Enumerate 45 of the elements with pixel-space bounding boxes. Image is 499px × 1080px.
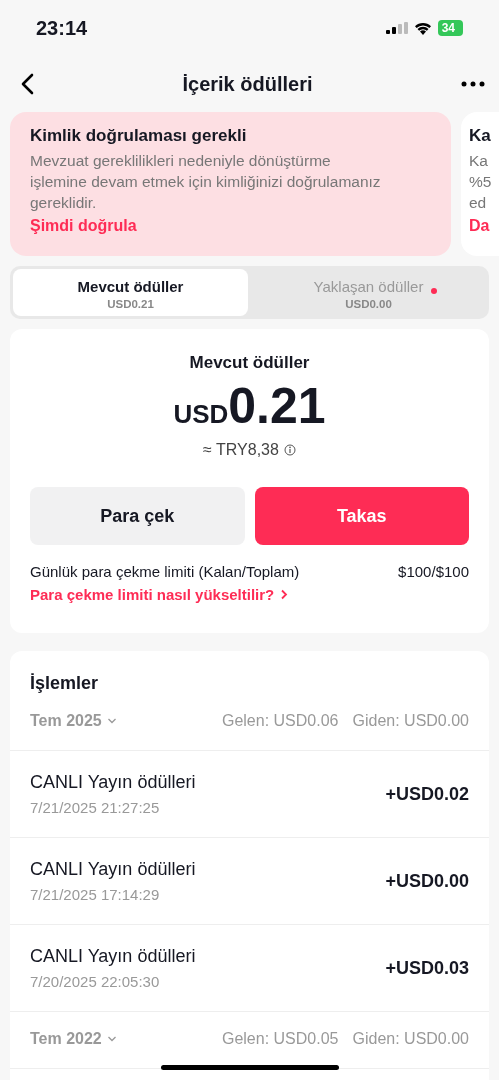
more-icon[interactable] xyxy=(461,81,485,87)
verify-link[interactable]: Şimdi doğrula xyxy=(30,217,431,235)
wifi-icon xyxy=(413,21,432,35)
limit-link[interactable]: Para çekme limiti nasıl yükseltilir? xyxy=(30,586,289,603)
month-selector[interactable]: Tem 2025 xyxy=(30,712,117,730)
chevron-right-icon xyxy=(280,589,289,600)
transaction-name: CANLI Yayın ödülleri xyxy=(30,859,196,880)
tab[interactable]: Mevcut ödüller USD0.21 xyxy=(13,269,248,316)
month-selector[interactable]: Tem 2022 xyxy=(30,1030,117,1048)
chevron-down-icon xyxy=(106,1036,117,1042)
withdraw-button[interactable]: Para çek xyxy=(30,487,245,545)
transaction-name: CANLI Yayın ödülleri xyxy=(30,946,196,967)
outgoing-total: Giden: USD0.00 xyxy=(352,1030,469,1048)
incoming-total: Gelen: USD0.05 xyxy=(221,1030,339,1048)
banner-link[interactable]: Da xyxy=(469,217,499,235)
banner-text: ed xyxy=(469,193,488,213)
balance-title: Mevcut ödüller xyxy=(189,353,310,373)
exchange-button[interactable]: Takas xyxy=(254,487,469,545)
transaction-amount: +USD0.00 xyxy=(385,870,469,892)
transaction-date: 7/20/2025 22:05:30 xyxy=(30,973,161,990)
signal-icon xyxy=(385,22,408,34)
info-icon[interactable] xyxy=(283,444,296,456)
status-time: 23:14 xyxy=(36,16,88,40)
transaction-date: 7/21/2025 17:14:29 xyxy=(30,886,161,903)
transaction-amount: +USD0.02 xyxy=(385,783,469,805)
transaction-amount: +USD0.03 xyxy=(385,957,469,979)
banner-text: Ka xyxy=(469,151,489,171)
transaction-date: 7/21/2025 21:27:25 xyxy=(30,799,161,816)
battery-icon: 34 xyxy=(437,20,463,36)
transaction-name: CANLI Yayın ödülleri xyxy=(30,772,196,793)
incoming-total: Gelen: USD0.06 xyxy=(221,712,339,730)
limit-label: Günlük para çekme limiti (Kalan/Toplam) xyxy=(30,563,300,580)
limit-value: $100/$100 xyxy=(398,563,469,580)
page-title: İçerik ödülleri xyxy=(182,72,313,96)
chevron-down-icon xyxy=(106,718,117,724)
banner-text: %5 xyxy=(469,172,493,192)
outgoing-total: Giden: USD0.00 xyxy=(352,712,469,730)
banner-title: Kimlik doğrulaması gerekli xyxy=(30,126,248,146)
back-icon[interactable] xyxy=(20,73,34,95)
converted-amount: ≈ TRY8,38 xyxy=(203,441,279,459)
section-title: İşlemler xyxy=(29,672,100,694)
balance-amount: USD0.21 xyxy=(173,377,326,435)
tab[interactable]: Yaklaşan ödüller USD0.00 xyxy=(251,269,486,316)
banner-title: Ka xyxy=(469,126,492,146)
banner-text: Mevzuat gereklilikleri nedeniyle dönüştürme işlemine devam etmek için kimliğinizi doğrulamanız gereklidir. xyxy=(30,151,382,213)
